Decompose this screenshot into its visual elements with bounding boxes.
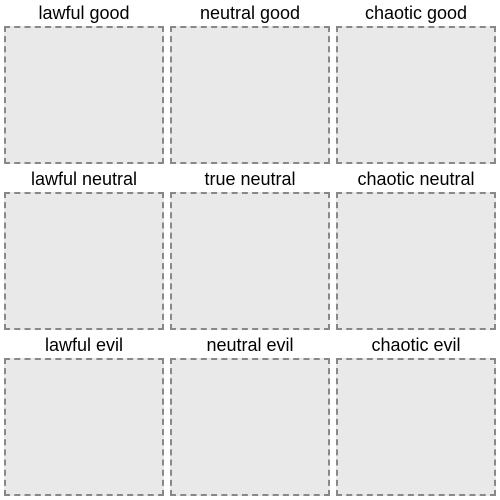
cell-label: neutral evil [206, 336, 293, 358]
cell-chaotic-evil: chaotic evil [336, 336, 496, 496]
cell-neutral-evil: neutral evil [170, 336, 330, 496]
cell-label: chaotic neutral [357, 170, 474, 192]
dropzone-chaotic-neutral[interactable] [336, 192, 496, 330]
alignment-grid: lawful good neutral good chaotic good la… [4, 4, 496, 496]
dropzone-lawful-neutral[interactable] [4, 192, 164, 330]
dropzone-chaotic-good[interactable] [336, 26, 496, 164]
cell-label: chaotic evil [371, 336, 460, 358]
dropzone-true-neutral[interactable] [170, 192, 330, 330]
cell-label: true neutral [204, 170, 295, 192]
cell-neutral-good: neutral good [170, 4, 330, 164]
dropzone-neutral-evil[interactable] [170, 358, 330, 496]
dropzone-lawful-good[interactable] [4, 26, 164, 164]
cell-chaotic-good: chaotic good [336, 4, 496, 164]
cell-label: chaotic good [365, 4, 467, 26]
cell-lawful-evil: lawful evil [4, 336, 164, 496]
cell-label: neutral good [200, 4, 300, 26]
cell-lawful-neutral: lawful neutral [4, 170, 164, 330]
cell-chaotic-neutral: chaotic neutral [336, 170, 496, 330]
cell-label: lawful neutral [31, 170, 137, 192]
dropzone-neutral-good[interactable] [170, 26, 330, 164]
cell-true-neutral: true neutral [170, 170, 330, 330]
dropzone-lawful-evil[interactable] [4, 358, 164, 496]
cell-label: lawful good [38, 4, 129, 26]
dropzone-chaotic-evil[interactable] [336, 358, 496, 496]
cell-label: lawful evil [45, 336, 123, 358]
cell-lawful-good: lawful good [4, 4, 164, 164]
